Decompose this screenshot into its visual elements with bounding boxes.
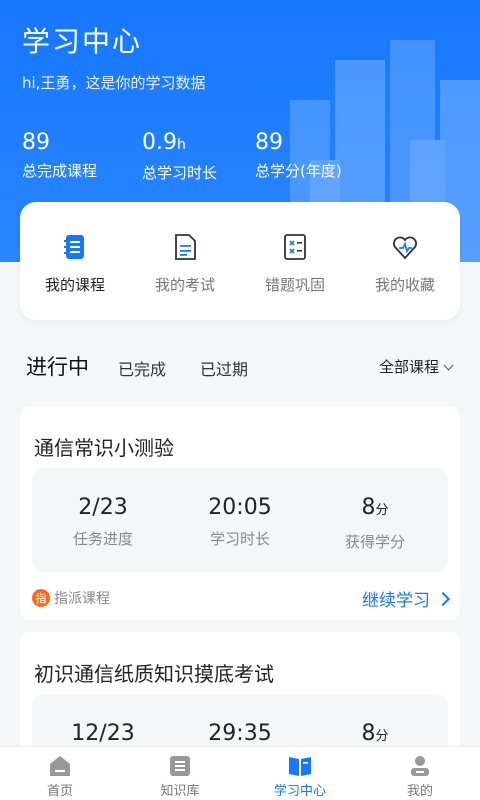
course-filter-dropdown[interactable]: 全部课程 (378, 356, 454, 377)
course-book-icon (64, 235, 84, 259)
study-duration: 29:35 (171, 720, 309, 748)
progress-label: 任务进度 (72, 530, 133, 548)
exam-paper-icon (175, 234, 196, 260)
course-stats-box: 2/23 任务进度 20:05 学习时长 8分 获得学分 (32, 468, 448, 572)
quick-my-exams[interactable]: 我的考试 (130, 202, 240, 320)
quick-label: 我的课程 (44, 276, 105, 294)
tag-label: 指派课程 (54, 591, 110, 607)
greeting-text: hi,王勇，这是你的学习数据 (22, 74, 206, 92)
time-label: 学习时长 (209, 530, 270, 548)
continue-label: 继续学习 (362, 591, 430, 611)
credit-value: 8 (361, 721, 376, 746)
study-center-book-icon (289, 757, 311, 776)
continue-learning-button[interactable]: 继续学习 (362, 586, 451, 611)
nav-label: 我的 (406, 784, 433, 799)
quick-label: 错题巩固 (264, 276, 325, 294)
chevron-right-icon (435, 591, 451, 606)
favorite-heart-icon (393, 236, 417, 260)
tab-expired[interactable]: 已过期 (200, 356, 248, 380)
credit-unit: 分 (375, 729, 389, 744)
nav-knowledge-base[interactable]: 知识库 (120, 747, 240, 800)
quick-my-courses[interactable]: 我的课程 (20, 202, 130, 320)
quick-label: 我的考试 (154, 276, 215, 294)
stat-label: 总完成课程 (22, 162, 98, 180)
stat-label: 总学习时长 (142, 164, 218, 182)
earned-credits: 8分 获得学分 (306, 494, 444, 552)
stat-value: 89 (255, 130, 283, 155)
stat-value: 89 (22, 130, 50, 155)
course-stats-box: 12/23 29:35 8分 (32, 694, 448, 754)
wrong-questions-icon (284, 234, 306, 260)
nav-home[interactable]: 首页 (0, 747, 120, 800)
course-card[interactable]: 通信常识小测验 2/23 任务进度 20:05 学习时长 8分 获得学分 指 指… (20, 406, 460, 620)
quick-my-favorites[interactable]: 我的收藏 (350, 202, 460, 320)
home-icon (50, 756, 70, 776)
stat-total-credits: 89 总学分(年度) (255, 130, 342, 181)
assigned-course-tag: 指 指派课程 (32, 588, 110, 608)
quick-wrong-questions[interactable]: 错题巩固 (240, 202, 350, 320)
nav-profile[interactable]: 我的 (360, 747, 480, 800)
quick-entry-panel: 我的课程 我的考试 错题巩固 我的收藏 (20, 202, 460, 320)
stat-label: 总学分(年度) (255, 162, 342, 180)
bottom-navigation: 首页 知识库 学习中心 我的 (0, 746, 480, 800)
assigned-badge-icon: 指 (32, 589, 50, 607)
credit-unit: 分 (375, 503, 389, 518)
page-title: 学习中心 (22, 25, 143, 58)
nav-study-center[interactable]: 学习中心 (240, 747, 360, 800)
progress-value: 2/23 (78, 495, 128, 520)
stat-study-time: 0.9h 总学习时长 (142, 130, 217, 183)
course-name: 通信常识小测验 (34, 436, 174, 460)
study-duration: 20:05 学习时长 (171, 494, 309, 549)
knowledge-base-icon (170, 756, 190, 776)
nav-label: 首页 (46, 784, 73, 799)
course-name: 初识通信纸质知识摸底考试 (34, 662, 274, 686)
tab-in-progress[interactable]: 进行中 (26, 351, 89, 381)
task-progress: 2/23 任务进度 (34, 494, 172, 549)
task-progress: 12/23 (34, 720, 172, 748)
filter-label: 全部课程 (378, 358, 439, 376)
stat-value: 0.9 (142, 130, 177, 155)
progress-value: 12/23 (71, 721, 135, 746)
course-status-tabs: 进行中 已完成 已过期 全部课程 (0, 346, 480, 386)
credit-value: 8 (361, 495, 376, 520)
tab-completed[interactable]: 已完成 (118, 356, 166, 380)
profile-icon (411, 756, 429, 776)
stat-completed-courses: 89 总完成课程 (22, 130, 97, 181)
time-value: 20:05 (208, 495, 272, 520)
nav-label: 学习中心 (273, 784, 326, 799)
nav-label: 知识库 (160, 784, 200, 799)
stat-unit: h (177, 137, 186, 153)
credit-label: 获得学分 (344, 533, 405, 551)
quick-label: 我的收藏 (374, 276, 435, 294)
time-value: 29:35 (208, 721, 272, 746)
chevron-down-icon (443, 360, 454, 371)
